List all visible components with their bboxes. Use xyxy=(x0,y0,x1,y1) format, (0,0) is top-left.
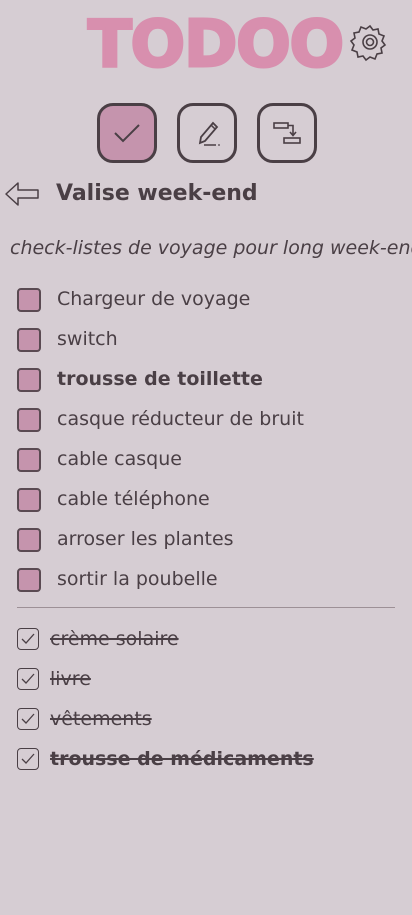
done-label: livre xyxy=(50,668,91,690)
todo-item[interactable]: switch xyxy=(16,324,406,354)
checkmark-icon xyxy=(21,753,35,764)
checkmark-icon xyxy=(21,713,35,724)
todo-label: arroser les plantes xyxy=(57,528,234,550)
unchecked-checkbox[interactable] xyxy=(17,568,41,592)
done-item[interactable]: crème solaire xyxy=(16,625,406,655)
checkmark-icon xyxy=(21,673,35,684)
todo-item[interactable]: cable téléphone xyxy=(16,484,406,514)
unchecked-checkbox[interactable] xyxy=(17,408,41,432)
todo-item[interactable]: Chargeur de voyage xyxy=(16,284,406,314)
checked-checkbox[interactable] xyxy=(17,668,39,690)
done-label: vêtements xyxy=(50,708,152,730)
reorder-icon xyxy=(273,122,301,144)
checked-checkbox[interactable] xyxy=(17,748,39,770)
todo-label: cable casque xyxy=(57,448,182,470)
checkmark-icon xyxy=(21,633,35,644)
unchecked-checkbox[interactable] xyxy=(17,488,41,512)
todo-label: Chargeur de voyage xyxy=(57,288,251,310)
check-mode-button[interactable] xyxy=(97,103,157,163)
todo-item[interactable]: cable casque xyxy=(16,444,406,474)
done-item[interactable]: trousse de médicaments xyxy=(16,745,406,775)
done-item[interactable]: livre xyxy=(16,665,406,695)
todo-item[interactable]: sortir la poubelle xyxy=(16,564,406,594)
todo-label: casque réducteur de bruit xyxy=(57,408,304,430)
list-description: check-listes de voyage pour long week-en… xyxy=(10,237,412,259)
gear-icon[interactable] xyxy=(350,22,390,62)
checked-checkbox[interactable] xyxy=(17,708,39,730)
edit-mode-button[interactable] xyxy=(177,103,237,163)
todo-item[interactable]: casque réducteur de bruit xyxy=(16,404,406,434)
unchecked-checkbox[interactable] xyxy=(17,288,41,312)
todo-label: sortir la poubelle xyxy=(57,568,218,590)
reorder-mode-button[interactable] xyxy=(257,103,317,163)
done-item[interactable]: vêtements xyxy=(16,705,406,735)
todo-item[interactable]: trousse de toillette xyxy=(16,364,406,394)
todo-label: trousse de toillette xyxy=(57,368,263,390)
arrow-left-icon[interactable] xyxy=(4,180,40,208)
done-label: crème solaire xyxy=(50,628,179,650)
pencil-icon xyxy=(198,121,220,146)
todo-label: switch xyxy=(57,328,118,350)
unchecked-checkbox[interactable] xyxy=(17,448,41,472)
divider xyxy=(17,607,395,608)
checkmark-icon xyxy=(114,124,140,143)
todo-label: cable téléphone xyxy=(57,488,210,510)
unchecked-checkbox[interactable] xyxy=(17,528,41,552)
checked-checkbox[interactable] xyxy=(17,628,39,650)
todo-item[interactable]: arroser les plantes xyxy=(16,524,406,554)
unchecked-checkbox[interactable] xyxy=(17,328,41,352)
app-logo: TODOO xyxy=(87,8,346,82)
done-label: trousse de médicaments xyxy=(50,748,314,770)
list-title: Valise week-end xyxy=(56,181,258,206)
unchecked-checkbox[interactable] xyxy=(17,368,41,392)
